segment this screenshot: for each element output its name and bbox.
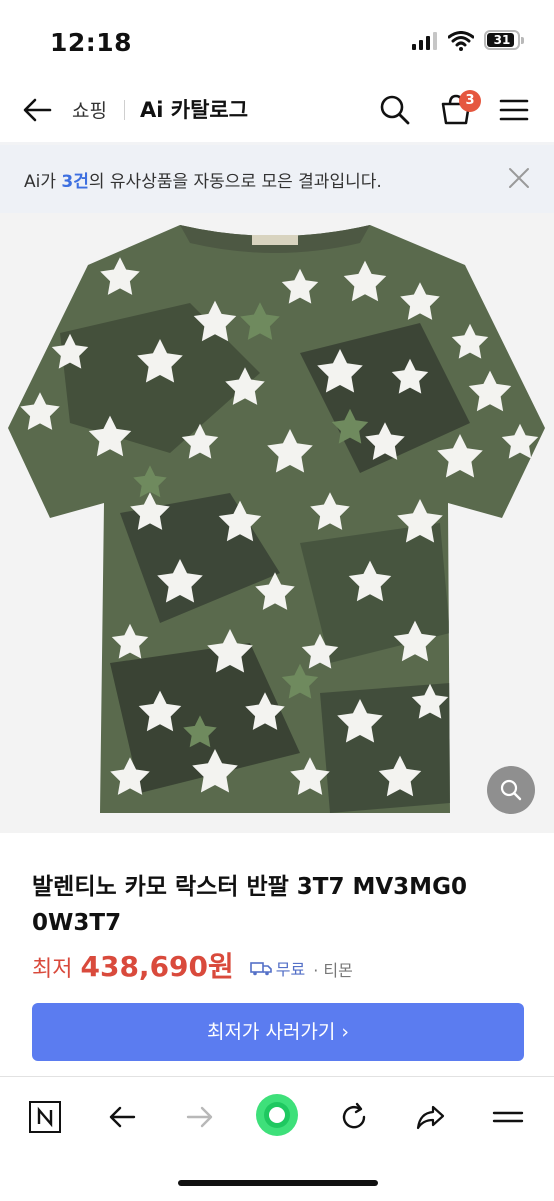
close-icon[interactable] (506, 165, 532, 191)
price-value: 438,690원 (80, 950, 234, 983)
product-image-area[interactable] (0, 213, 554, 833)
page-title: Ai 카탈로그 (140, 98, 249, 122)
buy-lowest-price-button[interactable]: 최저가 사러가기 › (32, 1003, 524, 1061)
menu-icon[interactable] (496, 92, 532, 128)
status-bar: 12:18 31 (0, 0, 554, 80)
browser-menu-icon[interactable] (488, 1097, 528, 1137)
signal-icon (412, 32, 437, 50)
price-row: 최저 438,690원 무료 · 티몬 (32, 945, 353, 985)
home-indicator (178, 1180, 378, 1186)
reload-icon[interactable] (334, 1097, 374, 1137)
ai-banner-count: 3건 (61, 172, 89, 192)
shipping-label: 무료 (275, 960, 306, 979)
search-icon[interactable] (377, 92, 413, 128)
battery-level: 31 (493, 33, 511, 47)
share-icon[interactable] (410, 1097, 450, 1137)
ai-banner-prefix: Ai가 (24, 172, 62, 192)
product-image (8, 225, 545, 813)
cart-count-badge: 3 (459, 90, 481, 112)
price-label: 최저 (32, 957, 73, 982)
naver-icon[interactable] (25, 1097, 65, 1137)
battery-icon: 31 (484, 30, 526, 52)
zoom-button[interactable] (487, 766, 535, 814)
status-icons: 31 (412, 30, 526, 52)
status-time: 12:18 (50, 28, 133, 57)
nav-section-link[interactable]: 쇼핑 (72, 96, 107, 123)
ai-banner-text: Ai가 3건의 유사상품을 자동으로 모은 결과입니다. (24, 167, 382, 192)
nav-bar: 쇼핑 Ai 카탈로그 3 (0, 80, 554, 142)
shipping-info: 무료 (249, 956, 306, 980)
browser-forward-icon[interactable] (180, 1097, 220, 1137)
truck-icon (249, 962, 272, 976)
ai-banner-suffix: 의 유사상품을 자동으로 모은 결과입니다. (88, 172, 382, 192)
ai-banner: Ai가 3건의 유사상품을 자동으로 모은 결과입니다. (0, 145, 554, 213)
zoom-search-icon (500, 779, 522, 801)
product-panel: 발렌티노 카모 락스터 반팔 3T7 MV3MG0 0W3T7 최저 438,6… (0, 833, 554, 1076)
back-arrow-icon[interactable] (20, 92, 56, 128)
seller-name: · 티몬 (313, 961, 353, 980)
product-title: 발렌티노 카모 락스터 반팔 3T7 MV3MG0 0W3T7 (32, 874, 467, 936)
wifi-icon (448, 31, 474, 51)
browser-back-icon[interactable] (102, 1097, 142, 1137)
home-icon[interactable] (255, 1093, 299, 1137)
nav-divider (124, 100, 125, 120)
